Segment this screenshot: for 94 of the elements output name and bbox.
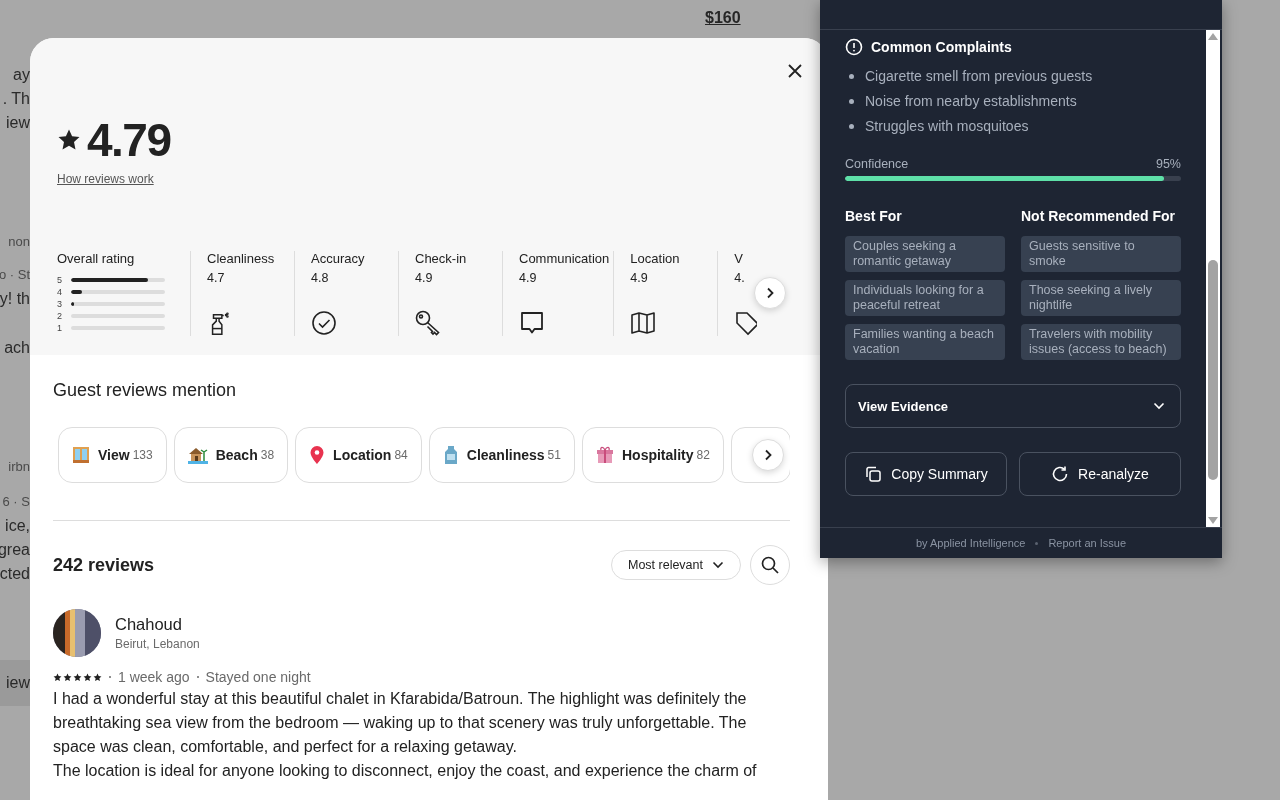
evidence-dropdown[interactable]: View Evidence bbox=[845, 384, 1181, 428]
star-level-label: 1 bbox=[57, 323, 63, 333]
refresh-icon bbox=[1051, 465, 1070, 483]
scrollbar[interactable] bbox=[1206, 30, 1220, 527]
check-circle-icon bbox=[311, 310, 337, 336]
tag: Couples seeking a romantic getaway bbox=[845, 236, 1005, 272]
star-level-label: 5 bbox=[57, 275, 63, 285]
gift-icon bbox=[595, 446, 614, 464]
review-text: o · St bbox=[0, 266, 30, 284]
scroll-up-icon[interactable] bbox=[1208, 33, 1218, 40]
close-icon bbox=[788, 64, 802, 78]
category-label: Overall rating bbox=[57, 251, 136, 267]
category-score: 4.9 bbox=[415, 270, 434, 286]
chevron-down-icon bbox=[1153, 402, 1165, 410]
topic-chip[interactable]: Cleanliness 51 bbox=[428, 427, 575, 483]
tag-icon bbox=[734, 310, 757, 336]
bullet-icon bbox=[849, 124, 854, 129]
bottle-icon bbox=[442, 445, 459, 465]
beach-hut-icon bbox=[187, 446, 208, 464]
confidence-label: Confidence bbox=[845, 157, 909, 171]
credit-text: by Applied Intelligence bbox=[915, 537, 1026, 549]
review-text: I had a wonderful stay at this beautiful chalet in Kfarabida/Batroun. The highlight was definitely the breathtaking sea view from the bedroom — waking up to that scenery was truly unforgettable. The space was clean, comfortable, and perfect for a relaxing getaway. bbox=[53, 689, 748, 757]
chevron-down-icon bbox=[712, 561, 724, 569]
category-label: Location bbox=[630, 251, 681, 267]
copy-button[interactable]: Copy Summary bbox=[845, 452, 1007, 496]
review-text: cted bbox=[0, 564, 30, 584]
search-button[interactable] bbox=[750, 545, 790, 585]
category-score: 4.9 bbox=[630, 270, 649, 286]
complaint-text: Noise from nearby establishments bbox=[865, 92, 1077, 111]
complaint-text: Cigarette smell from previous guests bbox=[865, 67, 1093, 86]
copy-icon bbox=[864, 465, 883, 483]
complaint-text: Struggles with mosquitoes bbox=[865, 117, 1029, 136]
category-label: Check-in bbox=[415, 251, 468, 267]
category-label: V bbox=[734, 251, 744, 267]
reanalyze-button[interactable]: Re-analyze bbox=[1019, 452, 1181, 496]
topic-chip[interactable]: View 133 bbox=[58, 427, 167, 483]
review-text: The location is ideal for anyone looking to disconnect, enjoy the coast, and experience the charm of bbox=[53, 761, 758, 781]
review-text: non bbox=[8, 233, 30, 251]
review-text: ay bbox=[13, 65, 30, 85]
stay-length: Stayed one night bbox=[205, 669, 311, 685]
review-text: ach bbox=[4, 338, 30, 358]
how-reviews-work-link[interactable]: How reviews work bbox=[57, 172, 154, 186]
review-text: y! th bbox=[0, 289, 30, 309]
review-count: 242 reviews bbox=[53, 554, 156, 576]
category-label: Cleanliness bbox=[207, 251, 276, 267]
next-button[interactable] bbox=[754, 277, 786, 309]
star-level-label: 4 bbox=[57, 287, 63, 297]
key-icon bbox=[415, 310, 441, 336]
topic-chip[interactable]: Location 84 bbox=[295, 427, 422, 483]
reviewer-location: Beirut, Lebanon bbox=[115, 637, 200, 651]
bullet-icon bbox=[849, 74, 854, 79]
alert-circle-icon bbox=[845, 38, 863, 56]
sort-dropdown[interactable]: Most relevant bbox=[610, 550, 741, 580]
reviewer-name: Chahoud bbox=[115, 615, 183, 634]
category-score: 4.8 bbox=[311, 270, 330, 286]
category-score: 4.7 bbox=[207, 270, 226, 286]
star-level-label: 2 bbox=[57, 311, 63, 321]
topic-chip[interactable]: Beach 38 bbox=[173, 427, 289, 483]
review-text: ice, bbox=[5, 516, 30, 536]
scroll-down-icon[interactable] bbox=[1208, 517, 1218, 524]
star-level-label: 3 bbox=[57, 299, 63, 309]
tag: Guests sensitive to smoke bbox=[1021, 236, 1181, 272]
review-text: 6 · S bbox=[2, 493, 30, 511]
column-heading: Best For bbox=[845, 208, 903, 224]
review-text: . Th bbox=[2, 89, 30, 109]
review-text: iew bbox=[6, 113, 30, 133]
bullet-icon bbox=[849, 99, 854, 104]
category-score: 4.9 bbox=[519, 270, 538, 286]
chevron-right-icon bbox=[763, 449, 773, 461]
category-label: Communication bbox=[519, 251, 610, 267]
tag: Travelers with mobility issues (access to beach) bbox=[1021, 324, 1181, 360]
tag: Individuals looking for a peaceful retreat bbox=[845, 280, 1005, 316]
chevron-right-icon bbox=[765, 287, 775, 299]
search-icon bbox=[761, 556, 779, 574]
category-score: 4. bbox=[734, 270, 746, 286]
tag: Families wanting a beach vacation bbox=[845, 324, 1005, 360]
confidence-value: 95% bbox=[1155, 157, 1181, 171]
section-heading: Guest reviews mention bbox=[53, 379, 238, 402]
report-issue-link[interactable]: Report an Issue bbox=[1048, 537, 1127, 549]
topic-chip[interactable]: Hospitality 82 bbox=[581, 427, 724, 483]
price: $160 bbox=[705, 8, 741, 28]
star-icon bbox=[57, 128, 81, 152]
message-icon bbox=[519, 310, 545, 336]
category-label: Accuracy bbox=[311, 251, 366, 267]
section-heading: Common Complaints bbox=[871, 39, 1012, 55]
review-text: irbn bbox=[8, 458, 30, 476]
review-date: 1 week ago bbox=[118, 669, 190, 685]
location-pin-icon bbox=[309, 445, 326, 465]
review-text: iew bbox=[6, 673, 30, 693]
tag: Those seeking a lively nightlife bbox=[1021, 280, 1181, 316]
overall-rating: 4.79 bbox=[87, 114, 171, 166]
window-icon bbox=[72, 446, 90, 464]
map-icon bbox=[630, 310, 657, 336]
column-heading: Not Recommended For bbox=[1021, 208, 1176, 224]
